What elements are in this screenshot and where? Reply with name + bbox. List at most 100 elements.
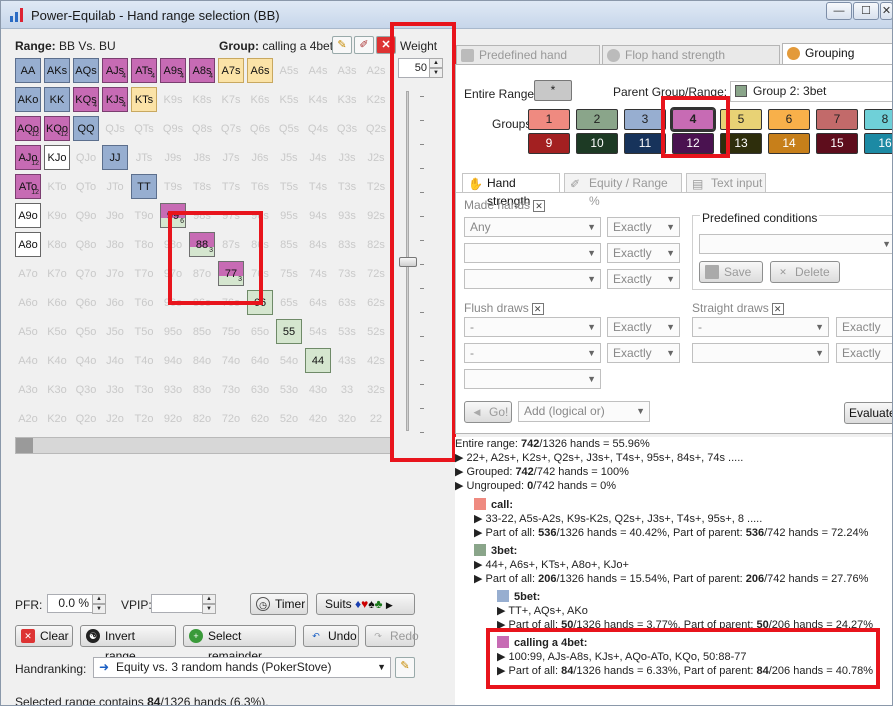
hand-cell[interactable]: 74s — [305, 261, 331, 286]
hand-cell[interactable]: J8o — [102, 232, 128, 257]
hand-cell[interactable]: AQo 12 — [15, 116, 41, 141]
hand-cell[interactable]: QJo — [73, 145, 99, 170]
hand-cell[interactable]: QJs — [102, 116, 128, 141]
tree-entire-range[interactable]: Entire range: 742/1326 hands = 55.96% — [455, 437, 650, 451]
hand-cell[interactable]: K3s — [334, 87, 360, 112]
flush-draws-select-2[interactable]: - ▼ — [464, 343, 601, 363]
hand-cell[interactable]: T5s — [276, 174, 302, 199]
close-icon[interactable]: ✕ — [771, 302, 784, 315]
hand-cell[interactable]: 63o — [247, 377, 273, 402]
hand-cell[interactable]: Q9o — [73, 203, 99, 228]
hand-cell[interactable]: KJs 4 — [102, 87, 128, 112]
hand-cell[interactable]: T4o — [131, 348, 157, 373]
hand-cell[interactable]: 75s — [276, 261, 302, 286]
hand-cell[interactable]: A6o — [15, 290, 41, 315]
clear-button[interactable]: ✕ Clear — [15, 625, 73, 647]
exactly-select-2[interactable]: Exactly ▼ — [607, 243, 680, 263]
vpip-input[interactable] — [151, 594, 203, 613]
hand-cell[interactable]: 82o — [189, 406, 215, 431]
hand-cell[interactable]: 82s — [363, 232, 389, 257]
evaluate-button[interactable]: Evaluate — [844, 402, 892, 424]
maximize-button[interactable]: ☐ — [853, 2, 879, 20]
hand-cell[interactable]: T5o — [131, 319, 157, 344]
subtab-equity-range[interactable]: ✐ Equity / Range % — [564, 173, 682, 208]
hand-cell[interactable]: 84o — [189, 348, 215, 373]
hand-cell[interactable]: J3s — [334, 145, 360, 170]
straight-draws-select-2[interactable]: ▼ — [692, 343, 829, 363]
hand-cell[interactable]: 65s — [276, 290, 302, 315]
hand-cell[interactable]: 94o — [160, 348, 186, 373]
hand-cell[interactable]: KTs — [131, 87, 157, 112]
add-logical-select[interactable]: Add (logical or) ▼ — [518, 401, 650, 422]
hand-cell[interactable]: Q3o — [73, 377, 99, 402]
hand-cell[interactable]: A3o — [15, 377, 41, 402]
hand-cell[interactable]: 84s — [305, 232, 331, 257]
tree-group-call[interactable]: call: — [474, 498, 513, 512]
close-button[interactable]: ✕ — [880, 2, 892, 20]
hand-cell[interactable]: 43o — [305, 377, 331, 402]
hand-cell[interactable]: Q7s — [218, 116, 244, 141]
hand-cell[interactable]: Q7o — [73, 261, 99, 286]
hand-cell[interactable]: 83s — [334, 232, 360, 257]
hand-cell[interactable]: A4o — [15, 348, 41, 373]
hand-cell[interactable]: 22 — [363, 406, 389, 431]
hand-cell[interactable]: 83o — [189, 377, 215, 402]
hand-cell[interactable]: 95o — [160, 319, 186, 344]
edit-group-button[interactable]: ✎ — [332, 36, 352, 54]
hand-cell[interactable]: AJs 4 — [102, 58, 128, 83]
hand-cell[interactable]: J9s — [160, 145, 186, 170]
predefined-conditions-select[interactable]: ▼ — [699, 234, 892, 254]
made-hands-select-3[interactable]: ▼ — [464, 269, 601, 289]
tree-group-5bet[interactable]: 5bet: — [497, 590, 540, 604]
hand-cell[interactable]: QTo — [73, 174, 99, 199]
hand-cell[interactable]: A7o — [15, 261, 41, 286]
hand-cell[interactable]: 74o — [218, 348, 244, 373]
clear-group-button[interactable]: ✐ — [354, 36, 374, 54]
hand-cell[interactable]: 33 — [334, 377, 360, 402]
hand-cell[interactable]: J3o — [102, 377, 128, 402]
hand-cell[interactable]: JTs — [131, 145, 157, 170]
scrollbar-thumb[interactable] — [16, 438, 33, 453]
hand-cell[interactable]: AJo 12 — [15, 145, 41, 170]
hand-cell[interactable]: K6o — [44, 290, 70, 315]
hand-cell[interactable]: J6s — [247, 145, 273, 170]
hand-cell[interactable]: J6o — [102, 290, 128, 315]
hand-cell[interactable]: K4s — [305, 87, 331, 112]
hand-cell[interactable]: A7s — [218, 58, 244, 83]
group-button-7[interactable]: 7 — [816, 109, 858, 130]
hand-cell[interactable]: 32s — [363, 377, 389, 402]
hand-cell[interactable]: K2o — [44, 406, 70, 431]
made-hands-select-1[interactable]: Any ▼ — [464, 217, 601, 237]
hand-cell[interactable]: Q4s — [305, 116, 331, 141]
subtab-text-input[interactable]: ▤ Text input — [686, 173, 766, 193]
flush-exactly-select-1[interactable]: Exactly ▼ — [607, 317, 680, 337]
hand-cell[interactable]: T6o — [131, 290, 157, 315]
hand-cell[interactable]: J8s — [189, 145, 215, 170]
timer-button[interactable]: ◷ Timer — [250, 593, 308, 615]
hand-cell[interactable]: JTo — [102, 174, 128, 199]
hand-cell[interactable]: A8s 4 — [189, 58, 215, 83]
hand-cell[interactable]: T2s — [363, 174, 389, 199]
hand-cell[interactable]: Q5s — [276, 116, 302, 141]
pfr-spin-down[interactable]: ▼ — [92, 604, 106, 614]
hand-cell[interactable]: KTo — [44, 174, 70, 199]
hand-cell[interactable]: 92o — [160, 406, 186, 431]
hand-cell[interactable]: 73s — [334, 261, 360, 286]
hand-cell[interactable]: 85o — [189, 319, 215, 344]
hand-cell[interactable]: T7s — [218, 174, 244, 199]
hand-cell[interactable]: 44 — [305, 348, 331, 373]
hand-cell[interactable]: 54s — [305, 319, 331, 344]
hand-cell[interactable]: 53s — [334, 319, 360, 344]
tab-predefined-hand-ranges[interactable]: Predefined hand ranges — [456, 45, 600, 80]
flush-draws-select-1[interactable]: - ▼ — [464, 317, 601, 337]
hand-cell[interactable]: K6s — [247, 87, 273, 112]
hand-cell[interactable]: 93o — [160, 377, 186, 402]
invert-range-button[interactable]: ☯ Invert range — [80, 625, 176, 663]
hand-cell[interactable]: AKo — [15, 87, 41, 112]
hand-cell[interactable]: T8o — [131, 232, 157, 257]
hand-cell[interactable]: Q4o — [73, 348, 99, 373]
hand-cell[interactable]: A8o — [15, 232, 41, 257]
hand-cell[interactable]: Q8s — [189, 116, 215, 141]
group-button-6[interactable]: 6 — [768, 109, 810, 130]
hand-cell[interactable]: J4o — [102, 348, 128, 373]
